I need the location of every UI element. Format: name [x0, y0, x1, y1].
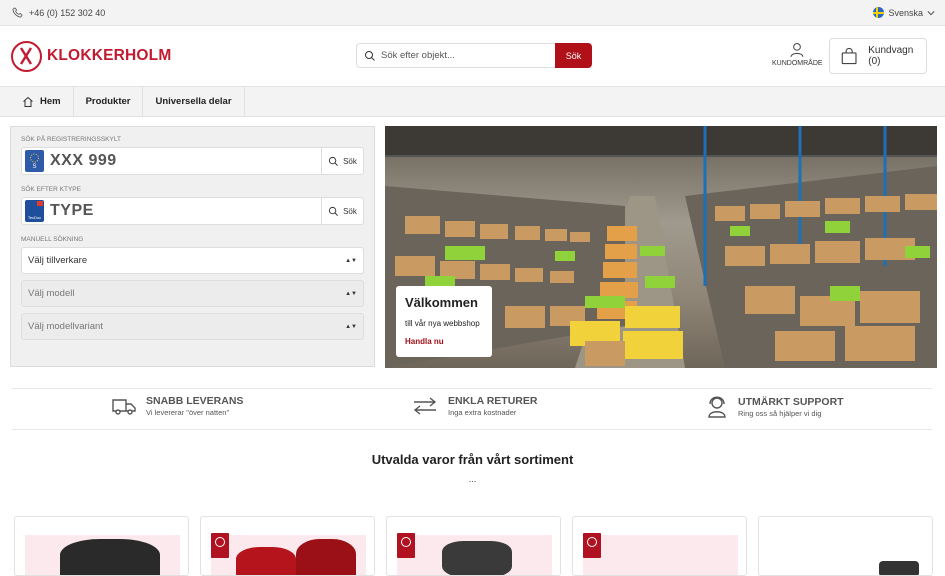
sweden-flag-icon [873, 7, 885, 18]
site-header: KLOKKERHOLM Sök KUNDOMRÅDE Kundvagn (0) [0, 26, 945, 86]
features-bar: SNABB LEVERANS Vi levererar "över natten… [12, 388, 932, 430]
search-button[interactable]: Sök [555, 43, 592, 68]
cart-label: Kundvagn (0) [868, 45, 914, 67]
top-bar: +46 (0) 152 302 40 Svenska [0, 0, 945, 26]
hero-text: till vår nya webbshop [405, 319, 480, 328]
product-image [60, 539, 160, 575]
search-icon [365, 50, 375, 61]
home-icon [23, 96, 33, 107]
vehicle-search-panel: SÖK PÅ REGISTRERINGSSKYLT S XXX 999 Sök … [10, 126, 375, 367]
main-nav: Hem Produkter Universella delar [0, 86, 945, 117]
nav-item-products[interactable]: Produkter [74, 87, 144, 116]
phone-number: +46 (0) 152 302 40 [29, 7, 106, 18]
shopping-bag-icon [841, 47, 857, 65]
user-icon [790, 43, 804, 58]
brand-name: KLOKKERHOLM [47, 47, 172, 64]
welcome-box: Välkommen till vår nya webbshop Handla n… [396, 286, 492, 357]
ktype-field[interactable]: TecDoc TYPE Sök [21, 197, 364, 225]
ktype-input[interactable]: TYPE [50, 202, 321, 220]
product-search: Sök [356, 43, 592, 68]
language-label: Svenska [888, 7, 923, 18]
search-icon [329, 206, 339, 216]
eu-plate-badge-icon: S [25, 150, 44, 172]
feature-title: ENKLA RETURER [448, 395, 538, 407]
ktype-search-button[interactable]: Sök [321, 198, 363, 224]
hero-title: Välkommen [405, 295, 478, 310]
brand-badge-icon [583, 533, 601, 558]
reg-plate-field[interactable]: S XXX 999 Sök [21, 147, 364, 175]
nav-item-home[interactable]: Hem [10, 87, 74, 116]
ktype-search-button-label: Sök [343, 206, 357, 216]
feature-subtitle: Vi levererar "över natten" [146, 408, 230, 417]
tecdoc-label: TecDoc [27, 215, 42, 220]
model-select-value: Välj modell [28, 288, 75, 299]
product-image [442, 541, 512, 575]
logo-mark-icon [11, 40, 42, 72]
search-icon [329, 156, 339, 166]
section-dots: ... [468, 474, 477, 484]
model-variant-select[interactable]: Välj modellvariant ▲▼ [21, 313, 364, 340]
return-arrows-icon [413, 397, 437, 415]
product-image [296, 539, 356, 575]
country-code: S [32, 164, 37, 170]
reg-search-button[interactable]: Sök [321, 148, 363, 174]
feature-title: UTMÄRKT SUPPORT [738, 396, 844, 408]
manufacturer-select[interactable]: Välj tillverkare ▲▼ [21, 247, 364, 274]
brand-badge-icon [211, 533, 229, 558]
phone-contact[interactable]: +46 (0) 152 302 40 [12, 7, 105, 18]
search-box [356, 43, 555, 68]
product-card[interactable] [572, 516, 747, 576]
product-image-bg [583, 535, 738, 575]
featured-section-title: Utvalda varor från vårt sortiment [371, 452, 574, 467]
tecdoc-badge-icon: TecDoc [25, 200, 44, 222]
feature-support: UTMÄRKT SUPPORT Ring oss så hjälper vi d… [706, 395, 844, 419]
manufacturer-select-value: Välj tillverkare [28, 255, 88, 266]
ktype-search-label: SÖK EFTER KTYPE [21, 186, 81, 193]
nav-label-universal-parts: Universella delar [155, 96, 232, 107]
feature-fast-delivery: SNABB LEVERANS Vi levererar "över natten… [112, 395, 243, 417]
cart-button[interactable]: Kundvagn (0) [829, 38, 927, 74]
product-card[interactable] [386, 516, 561, 576]
product-image [236, 547, 296, 575]
model-variant-select-value: Välj modellvariant [28, 321, 103, 332]
select-arrows-icon: ▲▼ [345, 290, 357, 297]
product-card[interactable] [14, 516, 189, 576]
manual-search-label: MANUELL SÖKNING [21, 236, 84, 243]
feature-title: SNABB LEVERANS [146, 395, 244, 407]
chevron-down-icon [927, 10, 935, 15]
product-card[interactable] [758, 516, 933, 576]
brand-badge-icon [397, 533, 415, 558]
logo[interactable]: KLOKKERHOLM [11, 40, 172, 72]
nav-label-products: Produkter [85, 96, 131, 107]
nav-item-universal-parts[interactable]: Universella delar [143, 87, 245, 116]
truck-icon [112, 399, 136, 415]
feature-subtitle: Ring oss så hjälper vi dig [738, 409, 822, 418]
reg-search-label: SÖK PÅ REGISTRERINGSSKYLT [21, 136, 121, 143]
model-select[interactable]: Välj modell ▲▼ [21, 280, 364, 307]
reg-plate-input[interactable]: XXX 999 [50, 152, 321, 170]
shop-now-link[interactable]: Handla nu [405, 337, 444, 346]
feature-subtitle: Inga extra kostnader [448, 408, 517, 417]
account-label: KUNDOMRÅDE [772, 60, 823, 67]
select-arrows-icon: ▲▼ [345, 323, 357, 330]
nav-label-home: Hem [40, 96, 61, 107]
reg-search-button-label: Sök [343, 156, 357, 166]
account-link[interactable]: KUNDOMRÅDE [772, 41, 823, 67]
language-selector[interactable]: Svenska [873, 7, 935, 18]
select-arrows-icon: ▲▼ [345, 257, 357, 264]
product-card[interactable] [200, 516, 375, 576]
search-input[interactable] [381, 50, 551, 61]
support-agent-icon [708, 396, 726, 418]
phone-icon [12, 7, 23, 18]
hero-banner[interactable]: Välkommen till vår nya webbshop Handla n… [385, 126, 937, 368]
feature-easy-returns: ENKLA RETURER Inga extra kostnader [412, 395, 537, 417]
